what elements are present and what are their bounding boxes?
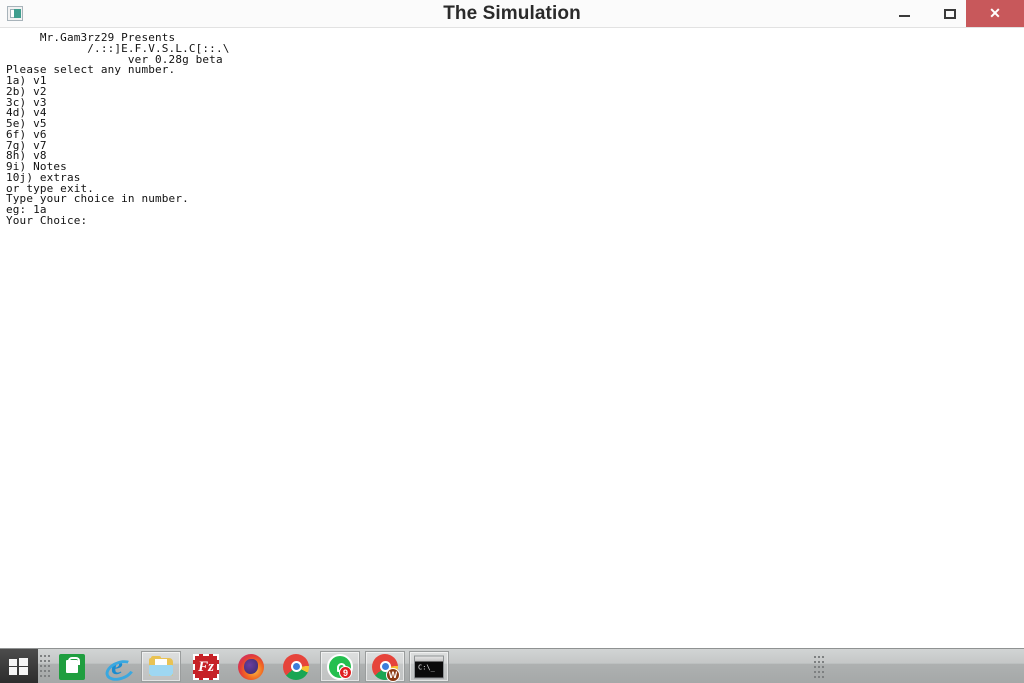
- minimize-button[interactable]: [876, 0, 934, 27]
- taskbar-item-internet-explorer[interactable]: e: [97, 651, 138, 683]
- command-prompt-icon: C:\_: [414, 655, 444, 678]
- taskbar-grip-handle[interactable]: [40, 655, 50, 678]
- firefox-icon: [238, 653, 264, 680]
- desktop-screen: The Simulation ✕ Mr.Gam3rz29 Presents /.…: [0, 0, 1024, 683]
- chrome-app-icon: W: [372, 653, 400, 682]
- taskbar-item-whatsapp[interactable]: 9: [320, 651, 360, 682]
- whatsapp-badge: 9: [339, 665, 352, 679]
- window-titlebar[interactable]: The Simulation ✕: [0, 0, 1024, 28]
- whatsapp-icon: 9: [327, 653, 353, 680]
- console-output: Mr.Gam3rz29 Presents /.::]E.F.V.S.L.C[::…: [6, 31, 230, 227]
- taskbar: e Fz 9 W C:\_: [0, 648, 1024, 683]
- console-client-area[interactable]: Mr.Gam3rz29 Presents /.::]E.F.V.S.L.C[::…: [0, 28, 1024, 648]
- file-explorer-icon: [148, 654, 174, 680]
- tray-grip-handle[interactable]: [814, 656, 824, 679]
- close-button[interactable]: ✕: [966, 0, 1024, 27]
- taskbar-item-command-prompt[interactable]: C:\_: [409, 651, 449, 682]
- chrome-app-overlay-badge: W: [386, 667, 400, 682]
- taskbar-item-filezilla[interactable]: Fz: [186, 651, 226, 682]
- window-title: The Simulation: [443, 3, 581, 24]
- start-button[interactable]: [0, 649, 38, 683]
- minimize-icon: [899, 14, 910, 17]
- taskbar-item-chrome-app[interactable]: W: [365, 651, 405, 682]
- windows-logo-icon: [9, 658, 28, 675]
- windows-store-icon: [59, 653, 85, 680]
- taskbar-item-windows-store[interactable]: [52, 651, 92, 682]
- chrome-icon: [283, 653, 309, 680]
- close-icon: ✕: [989, 5, 1001, 21]
- taskbar-item-firefox[interactable]: [231, 651, 271, 682]
- filezilla-icon: Fz: [193, 653, 219, 680]
- taskbar-item-file-explorer[interactable]: [141, 651, 181, 682]
- taskbar-item-google-chrome[interactable]: [276, 651, 316, 682]
- internet-explorer-icon: e: [102, 651, 138, 683]
- maximize-icon: [944, 8, 956, 19]
- maximize-button[interactable]: [934, 0, 966, 27]
